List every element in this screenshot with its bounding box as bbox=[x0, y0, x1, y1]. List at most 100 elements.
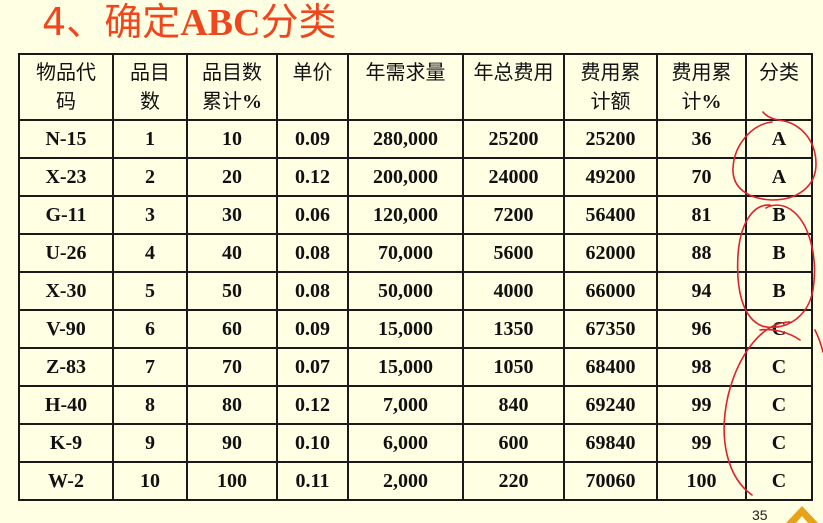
column-header-line2: 码 bbox=[56, 89, 76, 113]
title-suffix: 分类 bbox=[260, 0, 337, 44]
title-abc: ABC bbox=[180, 2, 261, 44]
table-cell: 4 bbox=[112, 233, 188, 273]
table-cell: 88 bbox=[656, 233, 747, 273]
column-header-line1: 费用累 bbox=[580, 60, 641, 84]
table-cell: 1 bbox=[112, 119, 188, 159]
column-header-line1: 分类 bbox=[759, 60, 799, 84]
table-cell: Z-83 bbox=[18, 347, 114, 387]
table-cell: 68400 bbox=[563, 347, 658, 387]
table-row: G-11 3 30 0.06 120,000 7200 56400 81 B bbox=[18, 195, 813, 235]
table-cell: 60 bbox=[186, 309, 278, 349]
table-cell: 50,000 bbox=[347, 271, 464, 311]
column-header-line2: 数 bbox=[140, 89, 160, 113]
table-cell: U-26 bbox=[18, 233, 114, 273]
table-cell: 100 bbox=[656, 461, 747, 501]
table-cell: 6 bbox=[112, 309, 188, 349]
table-cell: 0.09 bbox=[276, 309, 349, 349]
column-header: 分类 bbox=[745, 53, 813, 121]
table-cell: 120,000 bbox=[347, 195, 464, 235]
table-cell: B bbox=[745, 271, 813, 311]
table-cell: A bbox=[745, 119, 813, 159]
column-header-percent: % bbox=[242, 91, 262, 113]
table-row: U-26 4 40 0.08 70,000 5600 62000 88 B bbox=[18, 233, 813, 273]
column-header: 年总费用 bbox=[462, 53, 565, 121]
table-cell: 25200 bbox=[462, 119, 565, 159]
table-cell: 600 bbox=[462, 423, 565, 463]
table-cell: 99 bbox=[656, 423, 747, 463]
table-cell: 0.09 bbox=[276, 119, 349, 159]
table-cell: 5 bbox=[112, 271, 188, 311]
title-number: 4、 bbox=[42, 0, 105, 44]
table-cell: 80 bbox=[186, 385, 278, 425]
table-cell: 0.08 bbox=[276, 233, 349, 273]
table-cell: 90 bbox=[186, 423, 278, 463]
table-cell: 40 bbox=[186, 233, 278, 273]
table-cell: 10 bbox=[112, 461, 188, 501]
table-cell: 96 bbox=[656, 309, 747, 349]
table-cell: 15,000 bbox=[347, 347, 464, 387]
table-row: V-90 6 60 0.09 15,000 1350 67350 96 C bbox=[18, 309, 813, 349]
table-cell: 67350 bbox=[563, 309, 658, 349]
table-cell: 20 bbox=[186, 157, 278, 197]
table-cell: H-40 bbox=[18, 385, 114, 425]
table-cell: 62000 bbox=[563, 233, 658, 273]
table-cell: 36 bbox=[656, 119, 747, 159]
table-cell: 24000 bbox=[462, 157, 565, 197]
table-row: Z-83 7 70 0.07 15,000 1050 68400 98 C bbox=[18, 347, 813, 387]
table-cell: 5600 bbox=[462, 233, 565, 273]
table-cell: 70 bbox=[656, 157, 747, 197]
table-cell: 1050 bbox=[462, 347, 565, 387]
column-header-line1: 品目数 bbox=[202, 60, 262, 84]
header-row: 物品代码品目数品目数 累计% 单价 年需求量 年总费用 费用累 计额 费用累 计% 分类 bbox=[18, 53, 813, 121]
table-cell: 10 bbox=[186, 119, 278, 159]
table-cell: 840 bbox=[462, 385, 565, 425]
table-cell: 0.12 bbox=[276, 157, 349, 197]
table-row: K-9 9 90 0.10 6,000 600 69840 99 C bbox=[18, 423, 813, 463]
table-cell: 2 bbox=[112, 157, 188, 197]
column-header: 费用累 计% bbox=[656, 53, 747, 121]
table-cell: 81 bbox=[656, 195, 747, 235]
table-row: X-30 5 50 0.08 50,000 4000 66000 94 B bbox=[18, 271, 813, 311]
table-cell: 8 bbox=[112, 385, 188, 425]
column-header-line2: 计额 bbox=[590, 89, 631, 113]
column-header-line1: 年总费用 bbox=[473, 60, 554, 84]
table-row: N-15 1 10 0.09 280,000 25200 25200 36 A bbox=[18, 119, 813, 159]
column-header-line2: 累计 bbox=[202, 89, 242, 113]
table-cell: B bbox=[745, 195, 813, 235]
column-header: 物品代码 bbox=[18, 53, 114, 121]
table-cell: 70060 bbox=[563, 461, 658, 501]
table-cell: C bbox=[745, 461, 813, 501]
table-cell: 25200 bbox=[563, 119, 658, 159]
table-cell: 0.11 bbox=[276, 461, 349, 501]
table-cell: 49200 bbox=[563, 157, 658, 197]
table-cell: C bbox=[745, 309, 813, 349]
column-header-line1: 物品代 bbox=[36, 60, 96, 84]
table-cell: B bbox=[745, 233, 813, 273]
table-cell: 4000 bbox=[462, 271, 565, 311]
table-cell: X-23 bbox=[18, 157, 114, 197]
corner-decoration-icon bbox=[786, 506, 818, 523]
table-cell: 7 bbox=[112, 347, 188, 387]
column-header: 品目数累计% bbox=[186, 53, 278, 121]
column-header-line2: 计 bbox=[681, 89, 702, 113]
table-cell: 30 bbox=[186, 195, 278, 235]
table-cell: N-15 bbox=[18, 119, 114, 159]
table-cell: 94 bbox=[656, 271, 747, 311]
table-cell: 0.07 bbox=[276, 347, 349, 387]
table-cell: C bbox=[745, 347, 813, 387]
table-cell: 0.08 bbox=[276, 271, 349, 311]
table-body: N-15 1 10 0.09 280,000 25200 25200 36 A X-23 2 20 0.… bbox=[18, 119, 813, 501]
column-header-line1: 年需求量 bbox=[365, 60, 446, 84]
table-cell: 0.10 bbox=[276, 423, 349, 463]
column-header-line1: 品目 bbox=[130, 60, 170, 84]
table-cell: 1350 bbox=[462, 309, 565, 349]
table-cell: W-2 bbox=[18, 461, 114, 501]
table-cell: 98 bbox=[656, 347, 747, 387]
column-header: 年需求量 bbox=[347, 53, 464, 121]
column-header: 单价 bbox=[276, 53, 349, 121]
table-cell: 220 bbox=[462, 461, 565, 501]
table-cell: 99 bbox=[656, 385, 747, 425]
table-cell: G-11 bbox=[18, 195, 114, 235]
page-number: 35 bbox=[752, 507, 768, 523]
column-header-percent: % bbox=[701, 91, 722, 113]
